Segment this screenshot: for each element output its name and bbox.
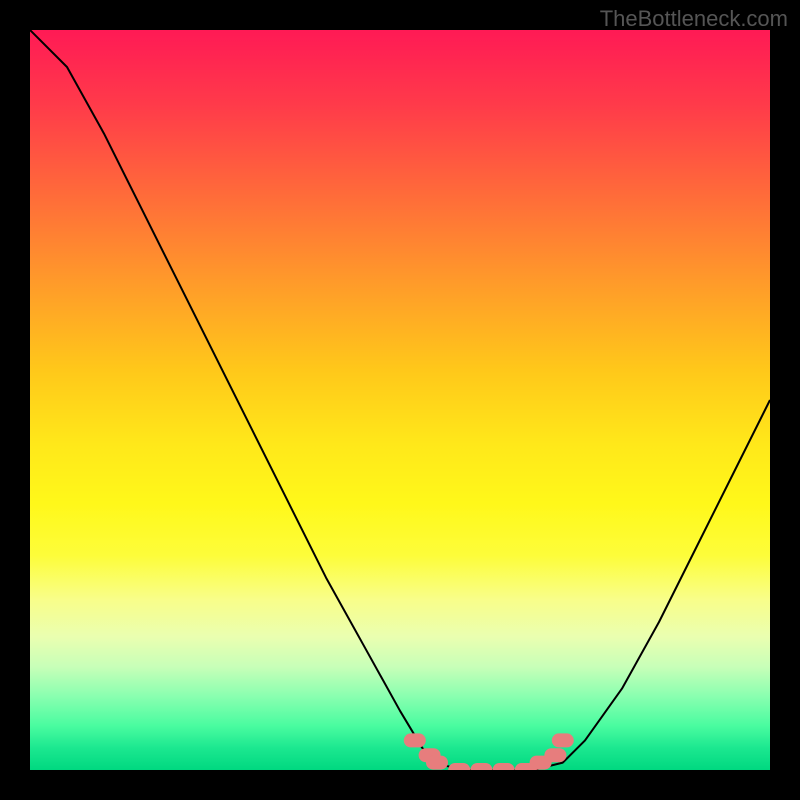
marker-dot [448,763,470,770]
curve-path [30,30,770,770]
marker-dot [426,756,448,770]
bottleneck-curve [30,30,770,770]
marker-dot [404,733,426,747]
plot-area [30,30,770,770]
marker-dot [544,748,566,762]
optimal-markers [404,733,574,770]
marker-dot [493,763,515,770]
chart-svg [30,30,770,770]
attribution-text: TheBottleneck.com [600,6,788,32]
marker-dot [470,763,492,770]
marker-dot [552,733,574,747]
